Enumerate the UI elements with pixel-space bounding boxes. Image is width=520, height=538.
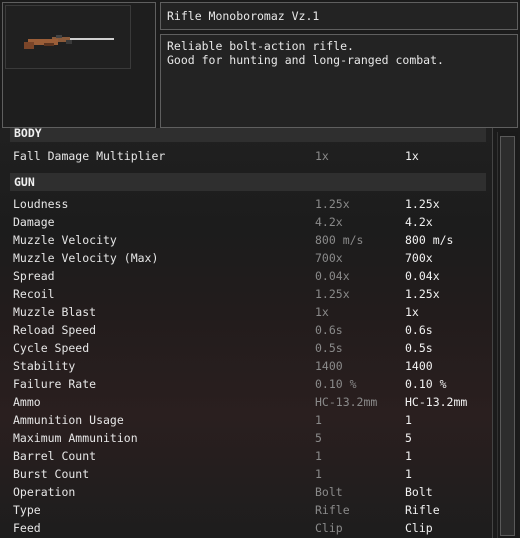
stat-base-value: 1 — [315, 467, 322, 481]
stats-panel[interactable]: BODY Fall Damage Multiplier 1x 1x GUN Loudnes… — [0, 128, 493, 538]
stat-row: Barrel Count 1 1 — [13, 447, 483, 465]
stat-base-value: 800 m/s — [315, 233, 364, 247]
stat-base-value: Bolt — [315, 485, 343, 499]
stat-row: Muzzle Blast 1x 1x — [13, 303, 483, 321]
stat-base-value: 1.25x — [315, 287, 350, 301]
stat-row: Recoil 1.25x 1.25x — [13, 285, 483, 303]
stat-label: Reload Speed — [13, 323, 97, 337]
item-title-box: Rifle Monoboromaz Vz.1 — [160, 2, 518, 30]
stat-current-value: HC-13.2mm — [405, 395, 468, 409]
stat-base-value: 1x — [315, 305, 329, 319]
stat-current-value: 1x — [405, 149, 419, 163]
stat-label: Spread — [13, 269, 55, 283]
stat-row: Spread 0.04x 0.04x — [13, 267, 483, 285]
item-preview-slot — [5, 5, 131, 69]
stat-current-value: 1.25x — [405, 287, 440, 301]
stat-current-value: 4.2x — [405, 215, 433, 229]
stat-base-value: 5 — [315, 431, 322, 445]
stat-current-value: 0.10 % — [405, 377, 447, 391]
stat-label: Muzzle Velocity — [13, 233, 117, 247]
stat-label: Failure Rate — [13, 377, 97, 391]
stat-current-value: 0.5s — [405, 341, 433, 355]
section-header-body: BODY — [10, 128, 486, 142]
stat-label: Operation — [13, 485, 76, 499]
stat-label: Burst Count — [13, 467, 90, 481]
stat-row: Loudness 1.25x 1.25x — [13, 195, 483, 213]
stat-base-value: 1400 — [315, 359, 343, 373]
stat-row: Ammunition Usage 1 1 — [13, 411, 483, 429]
stat-base-value: 4.2x — [315, 215, 343, 229]
stat-row: Fall Damage Multiplier 1x 1x — [13, 147, 483, 165]
stat-label: Ammo — [13, 395, 41, 409]
stat-label: Type — [13, 503, 41, 517]
stat-base-value: 1x — [315, 149, 329, 163]
stat-label: Fall Damage Multiplier — [13, 149, 166, 163]
stat-base-value: 700x — [315, 251, 343, 265]
stat-row: Damage 4.2x 4.2x — [13, 213, 483, 231]
stats-scrollbar[interactable] — [497, 132, 518, 538]
stat-label: Maximum Ammunition — [13, 431, 138, 445]
scrollbar-thumb[interactable] — [500, 136, 515, 536]
stat-row: Maximum Ammunition 5 5 — [13, 429, 483, 447]
stat-row: Ammo HC-13.2mm HC-13.2mm — [13, 393, 483, 411]
stat-current-value: 700x — [405, 251, 433, 265]
stat-row: Stability 1400 1400 — [13, 357, 483, 375]
section-header-gun: GUN — [10, 173, 486, 191]
stat-label: Muzzle Blast — [13, 305, 97, 319]
item-description-box: Reliable bolt-action rifle. Good for hun… — [160, 34, 518, 128]
stat-current-value: Clip — [405, 521, 433, 535]
stat-row: Feed Clip Clip — [13, 519, 483, 537]
stat-label: Ammunition Usage — [13, 413, 124, 427]
stat-row: Type Rifle Rifle — [13, 501, 483, 519]
stat-base-value: 0.5s — [315, 341, 343, 355]
stat-base-value: 1 — [315, 449, 322, 463]
stat-row: Failure Rate 0.10 % 0.10 % — [13, 375, 483, 393]
stat-current-value: 1 — [405, 413, 412, 427]
stat-base-value: 0.10 % — [315, 377, 357, 391]
stat-base-value: Rifle — [315, 503, 350, 517]
stat-row: Operation Bolt Bolt — [13, 483, 483, 501]
rifle-icon — [24, 35, 114, 49]
stat-label: Barrel Count — [13, 449, 97, 463]
stat-current-value: Bolt — [405, 485, 433, 499]
stat-current-value: 1.25x — [405, 197, 440, 211]
stat-base-value: 0.04x — [315, 269, 350, 283]
item-description-line: Good for hunting and long-ranged combat. — [167, 53, 444, 67]
stat-current-value: 1400 — [405, 359, 433, 373]
stat-label: Loudness — [13, 197, 69, 211]
stat-current-value: 1 — [405, 449, 412, 463]
stat-row: Cycle Speed 0.5s 0.5s — [13, 339, 483, 357]
stat-row: Muzzle Velocity (Max) 700x 700x — [13, 249, 483, 267]
stat-row: Burst Count 1 1 — [13, 465, 483, 483]
stat-current-value: 0.6s — [405, 323, 433, 337]
item-preview-frame — [2, 2, 156, 128]
stat-current-value: 1x — [405, 305, 419, 319]
item-description-line: Reliable bolt-action rifle. — [167, 39, 354, 53]
stat-row: Muzzle Velocity 800 m/s 800 m/s — [13, 231, 483, 249]
stat-label: Cycle Speed — [13, 341, 90, 355]
stat-base-value: 0.6s — [315, 323, 343, 337]
stat-current-value: 5 — [405, 431, 412, 445]
stat-base-value: HC-13.2mm — [315, 395, 378, 409]
stat-label: Damage — [13, 215, 55, 229]
stat-label: Stability — [13, 359, 76, 373]
stat-base-value: Clip — [315, 521, 343, 535]
stat-current-value: Rifle — [405, 503, 440, 517]
stat-row: Reload Speed 0.6s 0.6s — [13, 321, 483, 339]
stat-current-value: 1 — [405, 467, 412, 481]
stat-label: Recoil — [13, 287, 55, 301]
item-title: Rifle Monoboromaz Vz.1 — [167, 9, 320, 23]
stat-current-value: 800 m/s — [405, 233, 454, 247]
stat-current-value: 0.04x — [405, 269, 440, 283]
stat-base-value: 1.25x — [315, 197, 350, 211]
stat-label: Muzzle Velocity (Max) — [13, 251, 159, 265]
stat-base-value: 1 — [315, 413, 322, 427]
stat-label: Feed — [13, 521, 41, 535]
